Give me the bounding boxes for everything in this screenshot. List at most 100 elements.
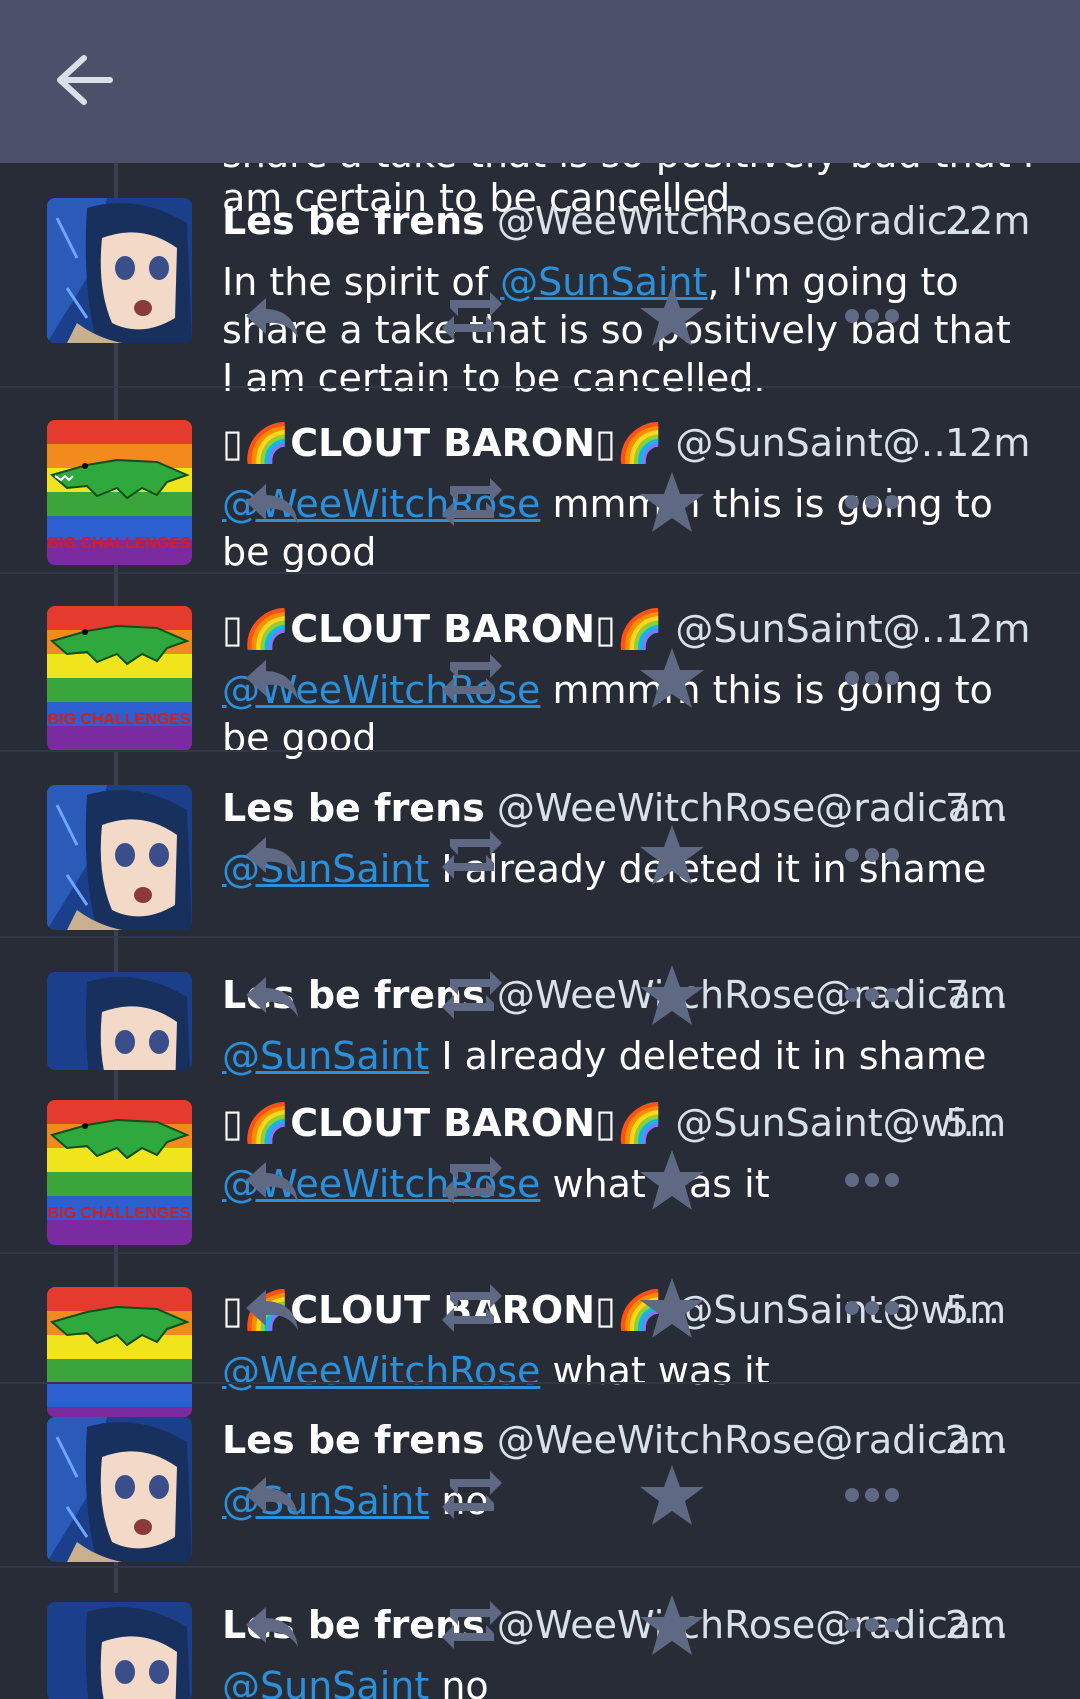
text-after: I already deleted it in shame	[429, 1034, 987, 1078]
boost-button[interactable]	[432, 1455, 512, 1535]
timestamp[interactable]: 22m	[945, 196, 1030, 246]
display-name-suffix: ▯🌈	[595, 1101, 664, 1145]
account-handle[interactable]: @SunSaint@…	[675, 421, 958, 465]
reply-icon	[246, 1477, 298, 1517]
favourite-button[interactable]	[632, 1455, 712, 1535]
mention-link[interactable]: @WeeWitchRose	[222, 1349, 540, 1393]
avatar[interactable]	[47, 1287, 192, 1417]
account-handle[interactable]: @WeeWitchRose@radic…	[497, 199, 986, 243]
avatar[interactable]	[47, 785, 192, 930]
favourite-icon	[640, 472, 704, 532]
display-name[interactable]: CLOUT BARON	[290, 421, 595, 465]
divider	[0, 1252, 1080, 1254]
anime-avatar-icon	[47, 1602, 192, 1699]
favourite-icon	[640, 825, 704, 885]
more-icon	[845, 495, 899, 509]
mention-link[interactable]: @SunSaint	[222, 1034, 429, 1078]
back-button[interactable]	[40, 40, 128, 120]
more-icon	[845, 1173, 899, 1187]
favourite-icon	[640, 1150, 704, 1210]
avatar-banner-text: BIG CHALLENGES	[47, 535, 190, 552]
status-action-bar	[222, 815, 922, 895]
status-action-bar	[222, 276, 922, 356]
reply-button[interactable]	[232, 638, 312, 718]
reply-button[interactable]	[232, 1140, 312, 1220]
timestamp[interactable]: 7m	[945, 970, 1006, 1020]
thread-timeline: share a take that is so positively bad t…	[0, 0, 1080, 1699]
boost-button[interactable]	[432, 276, 512, 356]
reply-icon	[246, 977, 298, 1017]
boost-icon	[442, 478, 502, 526]
more-icon	[845, 1618, 899, 1632]
reply-button[interactable]	[232, 1455, 312, 1535]
boost-button[interactable]	[432, 1268, 512, 1348]
avatar[interactable]	[47, 198, 192, 343]
avatar-banner-text: BIG CHALLENGES	[47, 1205, 190, 1222]
favourite-button[interactable]	[632, 955, 712, 1035]
anime-avatar-icon	[47, 972, 192, 1070]
avatar-banner-text: BIG CHALLENGES	[47, 711, 190, 728]
boost-button[interactable]	[432, 1585, 512, 1665]
timestamp[interactable]: 2m	[945, 1415, 1006, 1465]
favourite-button[interactable]	[632, 276, 712, 356]
more-icon	[845, 988, 899, 1002]
avatar[interactable]: BIG CHALLENGES	[47, 1100, 192, 1245]
more-button[interactable]	[832, 638, 912, 718]
boost-icon	[442, 1284, 502, 1332]
boost-button[interactable]	[432, 815, 512, 895]
arrow-left-icon	[57, 55, 113, 105]
reply-button[interactable]	[232, 815, 312, 895]
favourite-button[interactable]	[632, 638, 712, 718]
favourite-button[interactable]	[632, 1585, 712, 1665]
boost-icon	[442, 292, 502, 340]
status-action-bar	[222, 1455, 922, 1535]
more-button[interactable]	[832, 462, 912, 542]
status-action-bar	[222, 1140, 922, 1220]
more-button[interactable]	[832, 955, 912, 1035]
reply-button[interactable]	[232, 462, 312, 542]
timestamp[interactable]: 5m	[945, 1285, 1006, 1335]
more-button[interactable]	[832, 1455, 912, 1535]
avatar[interactable]	[47, 972, 192, 1070]
avatar[interactable]: BIG CHALLENGES	[47, 420, 192, 565]
boost-button[interactable]	[432, 955, 512, 1035]
more-button[interactable]	[832, 815, 912, 895]
boost-button[interactable]	[432, 638, 512, 718]
favourite-icon	[640, 965, 704, 1025]
boost-button[interactable]	[432, 1140, 512, 1220]
avatar[interactable]: BIG CHALLENGES	[47, 606, 192, 751]
timestamp[interactable]: 12m	[945, 418, 1030, 468]
more-button[interactable]	[832, 1585, 912, 1665]
boost-icon	[442, 1156, 502, 1204]
favourite-button[interactable]	[632, 815, 712, 895]
reply-button[interactable]	[232, 1268, 312, 1348]
more-icon	[845, 309, 899, 323]
favourite-button[interactable]	[632, 1268, 712, 1348]
boost-icon	[442, 971, 502, 1019]
timestamp[interactable]: 12m	[945, 604, 1030, 654]
mention-link[interactable]: @SunSaint	[222, 1664, 429, 1699]
more-button[interactable]	[832, 276, 912, 356]
reply-button[interactable]	[232, 1585, 312, 1665]
reply-button[interactable]	[232, 276, 312, 356]
boost-button[interactable]	[432, 462, 512, 542]
favourite-button[interactable]	[632, 1140, 712, 1220]
more-button[interactable]	[832, 1268, 912, 1348]
reply-button[interactable]	[232, 955, 312, 1035]
status-action-bar	[222, 638, 922, 718]
favourite-button[interactable]	[632, 462, 712, 542]
avatar[interactable]	[47, 1602, 192, 1699]
display-name[interactable]: Les be frens	[222, 199, 485, 243]
divider	[0, 572, 1080, 574]
reply-icon	[246, 1607, 298, 1647]
timestamp[interactable]: 5m	[945, 1098, 1006, 1148]
timestamp[interactable]: 2m	[945, 1600, 1006, 1650]
status-action-bar	[222, 462, 922, 542]
reply-icon	[246, 298, 298, 338]
rainbow-gator-avatar-icon	[47, 1287, 192, 1417]
favourite-icon	[640, 1595, 704, 1655]
display-name[interactable]: CLOUT BARON	[290, 1101, 595, 1145]
avatar[interactable]	[47, 1417, 192, 1562]
timestamp[interactable]: 7m	[945, 783, 1006, 833]
more-button[interactable]	[832, 1140, 912, 1220]
